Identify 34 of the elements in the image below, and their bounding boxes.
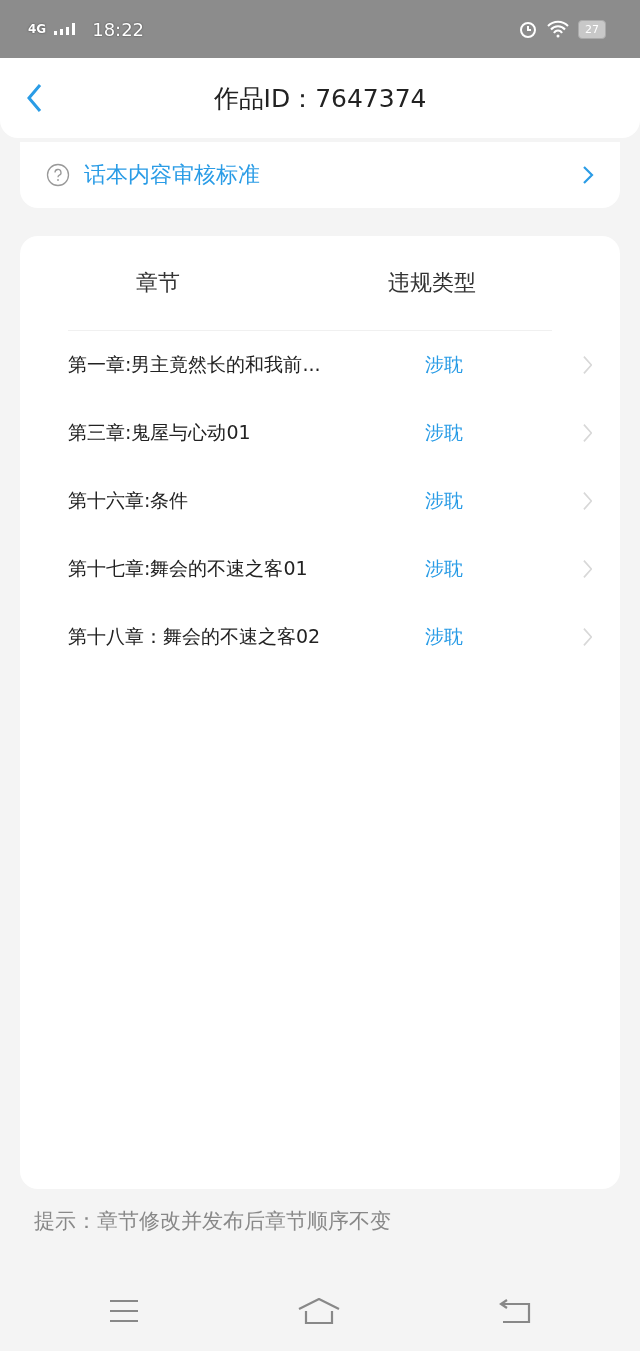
menu-icon[interactable] [109,1299,140,1323]
chevron-icon [582,423,592,443]
alarm-icon [518,19,538,39]
chevron-icon [582,559,592,579]
chapter-title: 第十七章:舞会的不速之客01 [68,556,309,581]
chapter-title: 第三章:鬼屋与心动01 [68,420,252,445]
column-header: 章节 [135,269,181,297]
chapter-title: 第十八章：舞会的不速之客02 [68,624,322,649]
back-nav-icon[interactable] [498,1299,531,1323]
chevron-icon [582,627,592,647]
violation-type: 涉耽 [423,420,464,445]
chapter-row[interactable]: 第十七章:舞会的不速之客01 涉耽 [20,535,620,603]
chevron-icon [582,355,592,375]
chapter-title: 第一章:男主竟然长的和我前... [68,352,322,377]
chapter-row[interactable]: 第三章:鬼屋与心动01 涉耽 [20,399,620,467]
tip-text: 提示：章节修改并发布后章节顺序不变 [34,1208,392,1235]
chevron-icon [582,491,592,511]
column-header: 违规类型 [388,269,476,297]
chevron-icon [582,165,594,185]
status-time: 18:22 [92,18,145,40]
violation-type: 涉耽 [423,624,464,649]
violation-type: 涉耽 [423,556,464,581]
chapter-row[interactable]: 第一章:男主竟然长的和我前... 涉耽 [20,331,620,399]
violation-type: 涉耽 [423,488,464,513]
page-title: 作品ID：7647374 [213,82,427,115]
back-icon[interactable] [26,83,42,113]
help-icon [46,163,70,187]
chapter-row[interactable]: 第十六章:条件 涉耽 [20,467,620,535]
chapter-title: 第十六章:条件 [68,488,190,513]
wifi-icon [546,20,570,38]
network-label: 4G [28,22,47,36]
chapter-row[interactable]: 第十八章：舞会的不速之客02 涉耽 [20,603,620,671]
violation-type: 涉耽 [423,352,464,377]
home-icon[interactable] [298,1298,340,1324]
